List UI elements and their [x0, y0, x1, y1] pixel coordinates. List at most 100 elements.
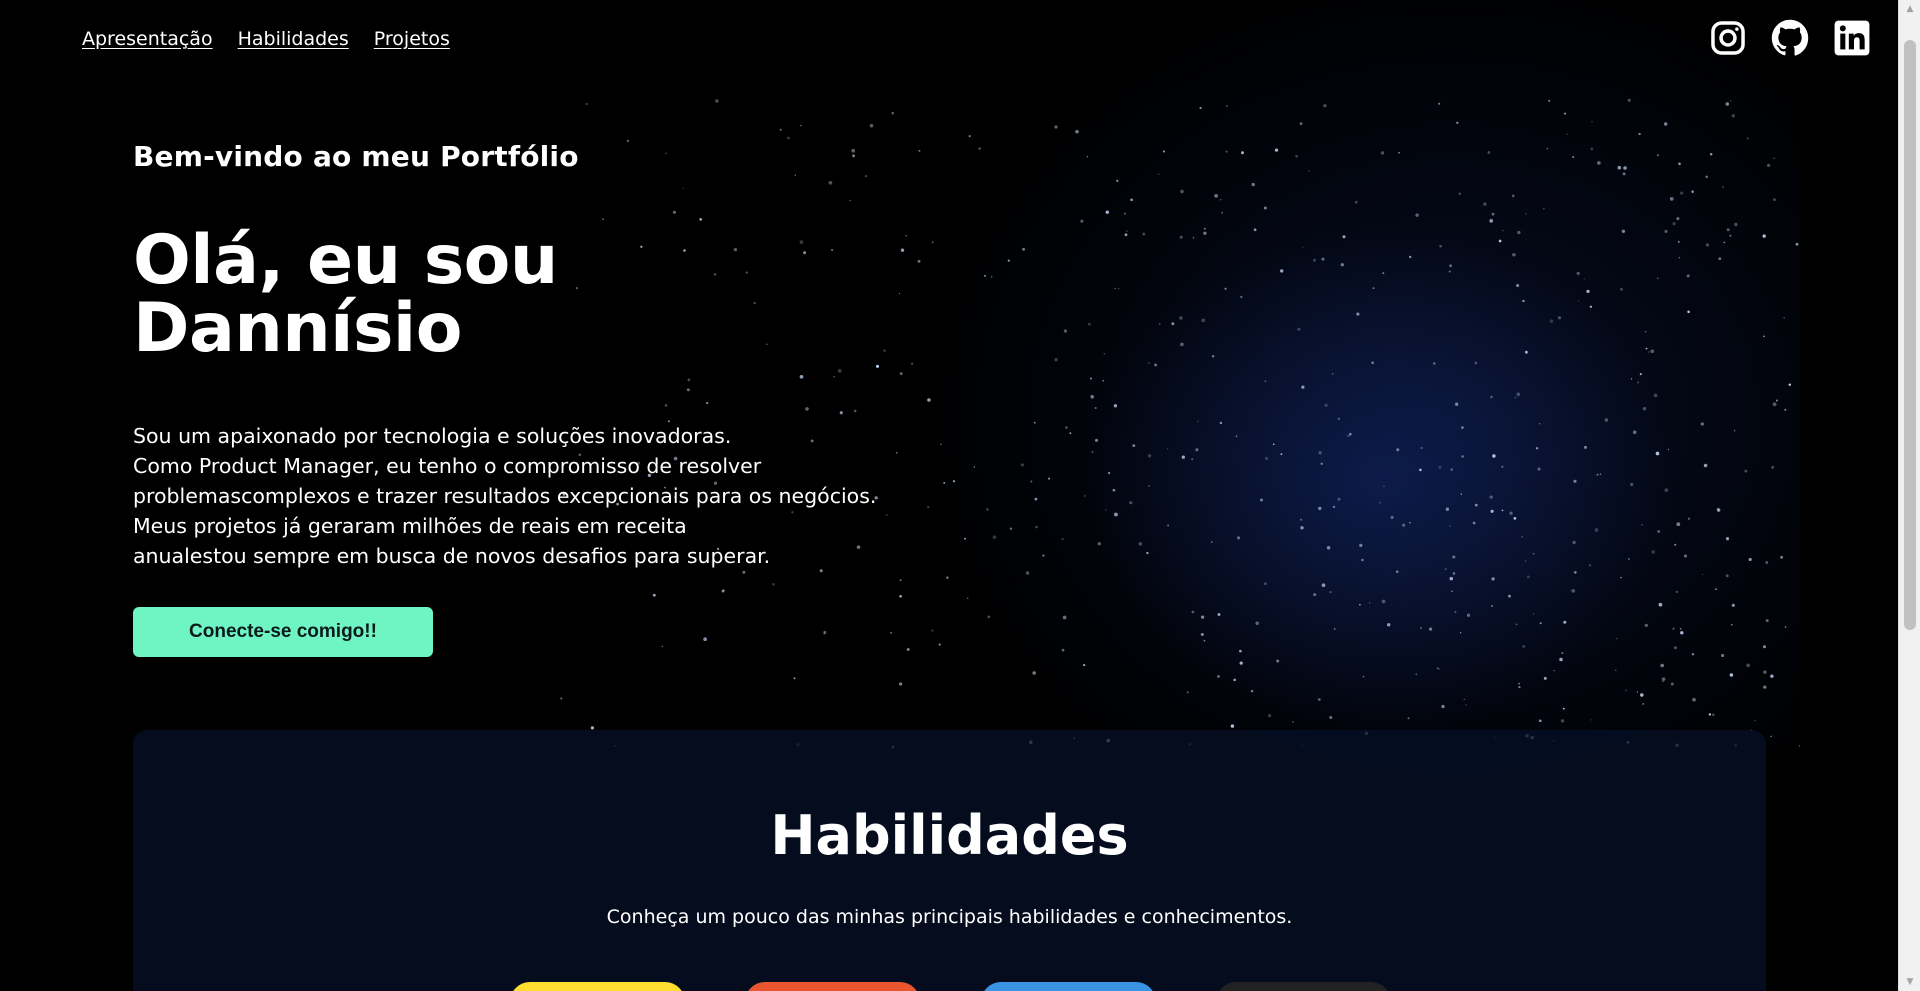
star — [1253, 228, 1257, 232]
nav-link-habilidades[interactable]: Habilidades — [238, 28, 349, 50]
skill-card[interactable] — [1216, 982, 1391, 991]
star — [1492, 454, 1496, 458]
star — [1062, 615, 1067, 620]
skill-card[interactable] — [981, 982, 1156, 991]
star — [1124, 233, 1128, 237]
star — [1677, 241, 1680, 243]
star — [1105, 210, 1110, 214]
star — [1516, 283, 1520, 288]
star — [1625, 689, 1628, 692]
star — [1770, 674, 1774, 678]
nav-link-projetos[interactable]: Projetos — [374, 28, 450, 50]
star — [1461, 455, 1464, 458]
star — [1511, 194, 1515, 198]
star — [1456, 121, 1459, 124]
vertical-scrollbar[interactable]: ▲ ▼ — [1898, 0, 1920, 991]
star — [1065, 426, 1068, 429]
star — [1472, 521, 1476, 525]
star — [1179, 316, 1183, 320]
star — [1487, 151, 1491, 154]
star — [1217, 613, 1221, 616]
star — [1452, 555, 1456, 559]
star — [1158, 323, 1161, 325]
star — [1321, 257, 1325, 261]
star — [1225, 150, 1228, 153]
star — [1318, 451, 1322, 455]
star — [1233, 678, 1236, 682]
star — [1701, 573, 1704, 576]
star — [1091, 451, 1094, 453]
star — [1407, 717, 1410, 720]
scroll-up-arrow-icon[interactable]: ▲ — [1899, 0, 1920, 18]
github-link[interactable] — [1770, 18, 1810, 58]
star — [1661, 677, 1666, 681]
star — [1799, 745, 1800, 747]
star — [1678, 162, 1681, 166]
star — [585, 102, 588, 106]
star — [1398, 151, 1400, 154]
star — [1594, 528, 1599, 532]
star — [1199, 106, 1202, 110]
star — [1672, 222, 1676, 226]
star — [1731, 114, 1736, 118]
star — [1171, 322, 1175, 326]
star — [1419, 468, 1422, 472]
star — [1371, 361, 1374, 365]
star — [1126, 230, 1128, 232]
star — [1123, 212, 1127, 215]
scrollbar-thumb[interactable] — [1904, 40, 1916, 630]
instagram-link[interactable] — [1708, 18, 1748, 58]
star — [973, 466, 976, 468]
star — [1491, 212, 1495, 216]
star — [560, 697, 563, 700]
star — [1525, 350, 1528, 354]
star — [1239, 661, 1243, 665]
star — [1623, 166, 1627, 170]
star — [1763, 645, 1766, 649]
star — [1069, 432, 1072, 435]
star — [946, 576, 949, 579]
star — [1676, 522, 1681, 527]
star — [1726, 228, 1730, 232]
scroll-down-arrow-icon[interactable]: ▼ — [1899, 973, 1920, 991]
star — [1025, 571, 1030, 575]
star — [1460, 493, 1463, 495]
star — [978, 147, 981, 150]
star — [1438, 465, 1442, 469]
star — [1588, 564, 1592, 567]
star — [1063, 329, 1068, 333]
star — [1020, 463, 1024, 467]
star — [1622, 172, 1626, 176]
star — [938, 643, 941, 646]
skill-card[interactable] — [745, 982, 920, 991]
star — [1525, 213, 1527, 215]
github-icon — [1771, 19, 1809, 56]
star — [1235, 435, 1238, 437]
star — [1784, 626, 1787, 628]
star — [1094, 407, 1097, 409]
star — [1772, 402, 1777, 407]
star — [1700, 422, 1704, 426]
star — [1348, 432, 1352, 436]
star — [793, 677, 796, 680]
star — [1708, 713, 1712, 716]
star — [1644, 330, 1647, 333]
linkedin-link[interactable] — [1832, 18, 1872, 58]
star — [1103, 352, 1106, 355]
star — [1267, 713, 1272, 718]
star — [1656, 277, 1659, 280]
star — [1559, 657, 1563, 662]
star — [1148, 485, 1150, 487]
star — [1474, 503, 1478, 507]
star — [1630, 378, 1633, 380]
skill-card[interactable] — [510, 982, 685, 991]
star — [787, 136, 790, 140]
star — [1272, 443, 1275, 446]
star — [1508, 594, 1511, 598]
star — [1721, 653, 1725, 658]
star — [918, 149, 921, 152]
nav-link-apresentacao[interactable]: Apresentação — [82, 28, 213, 50]
connect-button[interactable]: Conecte-se comigo!! — [133, 607, 433, 657]
star — [1191, 610, 1195, 614]
star — [1763, 670, 1767, 674]
